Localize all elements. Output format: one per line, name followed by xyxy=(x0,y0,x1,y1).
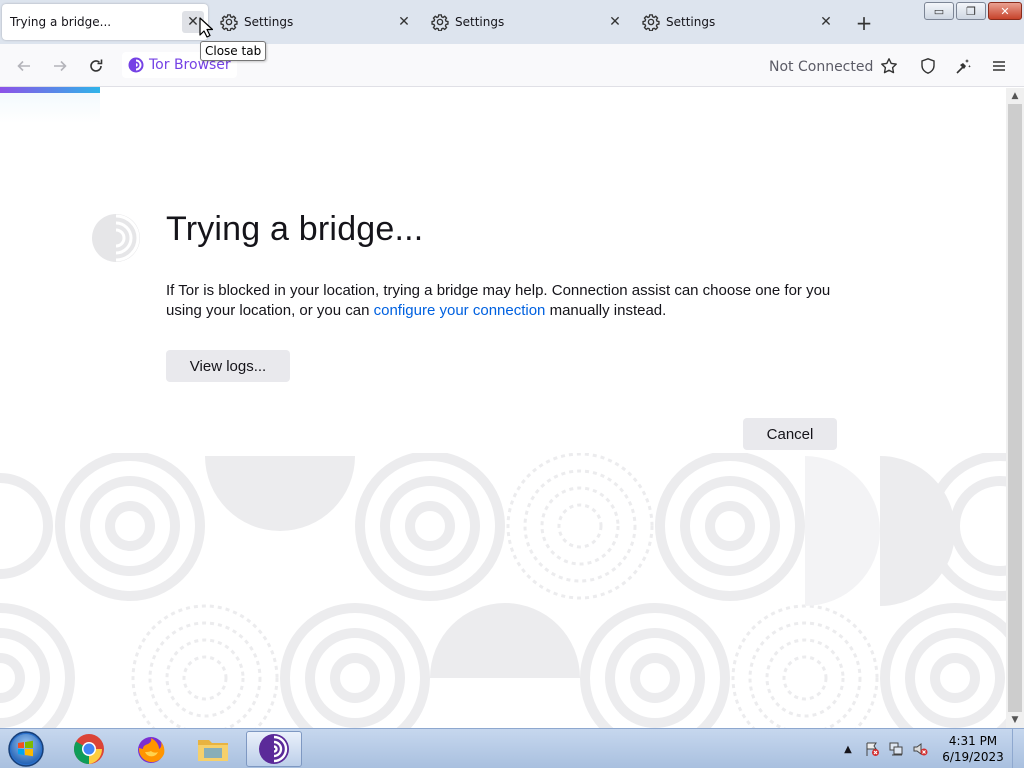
gear-icon xyxy=(431,13,449,31)
back-button[interactable] xyxy=(10,52,38,80)
app-menu-button[interactable] xyxy=(985,52,1013,80)
taskbar-file-explorer[interactable] xyxy=(185,731,241,767)
taskbar-tor-browser[interactable] xyxy=(246,731,302,767)
reload-button[interactable] xyxy=(82,52,110,80)
forward-button[interactable] xyxy=(46,52,74,80)
window-close-button[interactable]: ✕ xyxy=(988,2,1022,20)
vertical-scrollbar[interactable]: ▲ ▼ xyxy=(1006,88,1024,728)
close-tab-tooltip: Close tab xyxy=(200,41,267,61)
tab-label: Settings xyxy=(666,15,716,29)
close-tab-icon[interactable]: ✕ xyxy=(604,11,626,33)
new-tab-button[interactable]: + xyxy=(852,11,876,35)
tab-settings-1[interactable]: Settings ✕ xyxy=(220,4,420,40)
page-title: Trying a bridge... xyxy=(166,210,424,248)
firefox-icon xyxy=(138,737,165,763)
new-identity-broom-icon xyxy=(956,59,971,74)
shield-icon xyxy=(921,58,935,74)
chrome-icon xyxy=(73,734,104,764)
taskbar-clock[interactable]: 4:31 PM 6/19/2023 xyxy=(938,733,1008,765)
view-logs-button[interactable]: View logs... xyxy=(166,350,290,382)
tab-trying-a-bridge[interactable]: Trying a bridge... ✕ xyxy=(2,4,208,40)
forward-arrow-icon xyxy=(54,60,67,72)
gear-icon xyxy=(642,13,660,31)
connection-status[interactable]: Not Connected xyxy=(769,59,873,75)
security-level-button[interactable] xyxy=(914,52,942,80)
star-icon xyxy=(881,58,897,74)
minimize-button[interactable]: ▭ xyxy=(924,2,954,20)
taskbar-chrome[interactable] xyxy=(61,731,117,767)
tab-settings-2[interactable]: Settings ✕ xyxy=(431,4,631,40)
volume-muted-icon[interactable] xyxy=(912,741,928,757)
action-center-flag-icon[interactable] xyxy=(864,741,880,757)
cancel-button[interactable]: Cancel xyxy=(743,418,837,450)
tab-settings-3[interactable]: Settings ✕ xyxy=(642,4,842,40)
taskbar-firefox[interactable] xyxy=(123,731,179,767)
window-controls: ▭ ❐ ✕ xyxy=(924,2,1024,22)
reload-icon xyxy=(90,59,103,72)
close-tab-icon[interactable]: ✕ xyxy=(393,11,415,33)
bookmark-button[interactable] xyxy=(875,52,903,80)
tor-browser-icon xyxy=(259,734,289,764)
tor-bridge-icon xyxy=(92,214,140,262)
tray-chevron-icon[interactable]: ▲ xyxy=(840,741,856,757)
start-button[interactable] xyxy=(4,730,48,768)
tor-onion-icon xyxy=(128,57,144,73)
hamburger-menu-icon xyxy=(993,61,1005,71)
maximize-button[interactable]: ❐ xyxy=(956,2,986,20)
tab-label: Settings xyxy=(244,15,294,29)
scroll-up-arrow-icon[interactable]: ▲ xyxy=(1006,88,1024,104)
close-tab-icon[interactable]: ✕ xyxy=(815,11,837,33)
mouse-cursor-icon xyxy=(199,17,213,38)
show-desktop-button[interactable] xyxy=(1012,729,1024,768)
new-identity-button[interactable] xyxy=(949,52,977,80)
background-circles-pattern xyxy=(0,453,1006,728)
scroll-down-arrow-icon[interactable]: ▼ xyxy=(1006,712,1024,728)
tab-label: Settings xyxy=(455,15,505,29)
nav-bar: Tor Browser Not Connected xyxy=(0,44,1024,87)
windows-taskbar: ▲ 4:31 PM 6/19/2023 xyxy=(0,728,1024,768)
page-description: If Tor is blocked in your location, tryi… xyxy=(166,281,846,321)
tab-label: Trying a bridge... xyxy=(10,15,112,29)
configure-connection-link[interactable]: configure your connection xyxy=(374,302,546,319)
system-tray: ▲ xyxy=(840,729,928,768)
gear-icon xyxy=(220,13,238,31)
network-icon[interactable] xyxy=(888,741,904,757)
clock-time: 4:31 PM xyxy=(948,734,998,748)
scroll-thumb[interactable] xyxy=(1008,104,1022,712)
back-arrow-icon xyxy=(17,60,30,72)
description-text-end: manually instead. xyxy=(545,302,667,319)
folder-icon xyxy=(198,740,228,761)
tab-strip: Trying a bridge... ✕ Settings ✕ Settings… xyxy=(0,0,1024,44)
page-content: Trying a bridge... If Tor is blocked in … xyxy=(0,88,1006,728)
clock-date: 6/19/2023 xyxy=(942,750,1004,764)
